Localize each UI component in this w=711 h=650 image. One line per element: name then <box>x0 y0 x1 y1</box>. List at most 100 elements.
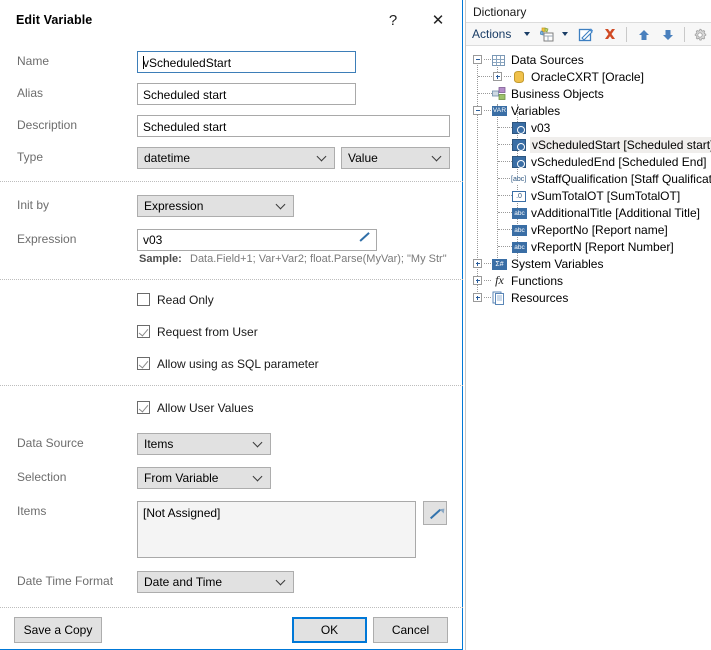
settings-icon[interactable] <box>692 27 708 43</box>
edit-icon[interactable] <box>578 27 594 43</box>
data-source-row: Data Source Items <box>0 433 463 455</box>
move-up-icon[interactable] <box>636 27 652 43</box>
save-a-copy-button[interactable]: Save a Copy <box>14 617 102 643</box>
tree-item-label: vStaffQualification [Staff Qualification… <box>531 172 711 186</box>
init-by-select[interactable]: Expression <box>137 195 294 217</box>
datetime-var-icon <box>512 138 527 152</box>
pencil-icon[interactable] <box>359 235 371 247</box>
close-icon[interactable]: ✕ <box>424 9 452 33</box>
tree-item-label: v03 <box>531 121 551 135</box>
tree-item-business-objects[interactable]: Business Objects <box>466 86 711 102</box>
items-textarea[interactable]: [Not Assigned] <box>137 501 416 558</box>
tree-item-functions[interactable]: fx Functions <box>466 273 711 289</box>
checkbox-label: Allow User Values <box>157 401 254 415</box>
description-input[interactable]: Scheduled start <box>137 115 450 137</box>
selection-label: Selection <box>17 470 67 484</box>
business-objects-icon <box>492 87 507 101</box>
divider-2 <box>0 279 463 280</box>
new-item-icon[interactable] <box>539 27 556 43</box>
alias-input[interactable]: Scheduled start <box>137 83 356 105</box>
tree-item-data-sources[interactable]: Data Sources <box>466 52 711 68</box>
tree-item-label: vAdditionalTitle [Additional Title] <box>531 206 700 220</box>
items-row: Items [Not Assigned] <box>0 501 463 559</box>
checkbox-box <box>137 401 150 414</box>
type-select[interactable]: datetime <box>137 147 335 169</box>
items-edit-button[interactable] <box>423 501 447 525</box>
variables-icon: VAR <box>492 104 507 118</box>
type-kind-select[interactable]: Value <box>341 147 450 169</box>
expand-toggle-icon[interactable] <box>473 259 482 268</box>
move-down-icon[interactable] <box>660 27 676 43</box>
name-label: Name <box>17 54 50 68</box>
tree-item-v03[interactable]: v03 <box>466 120 711 136</box>
expand-toggle-icon[interactable] <box>493 72 502 81</box>
actions-menu-button[interactable]: Actions <box>472 27 511 41</box>
expression-input[interactable]: v03 <box>137 229 377 251</box>
string-var-glyph: abc <box>512 225 527 236</box>
expand-toggle-icon[interactable] <box>473 293 482 302</box>
datetime-var-icon <box>512 155 527 169</box>
init-by-label: Init by <box>17 198 50 212</box>
data-source-select[interactable]: Items <box>137 433 271 455</box>
help-button[interactable]: ? <box>380 9 406 33</box>
expression-input-value: v03 <box>143 233 163 247</box>
number-var-icon: .0 <box>512 189 527 203</box>
tree-item-label: Variables <box>511 104 561 118</box>
tree-item-label: OracleCXRT [Oracle] <box>531 70 644 84</box>
tree-item-vstaffqualification[interactable]: [abc] vStaffQualification [Staff Qualifi… <box>466 171 711 187</box>
name-row: Name vScheduledStart <box>0 51 463 73</box>
chevron-down-icon <box>254 438 263 447</box>
tree-line <box>484 110 491 111</box>
tree-item-resources[interactable]: Resources <box>466 290 711 306</box>
edit-variable-dialog: Edit Variable ? ✕ Name vScheduledStart A… <box>0 0 463 650</box>
delete-icon[interactable] <box>602 27 618 43</box>
data-source-label: Data Source <box>17 436 84 450</box>
tree-item-label: vReportN [Report Number] <box>531 240 674 254</box>
selection-select[interactable]: From Variable <box>137 467 271 489</box>
tree-item-system-variables[interactable]: Σ# System Variables <box>466 256 711 272</box>
tree-item-vsumtotalot[interactable]: .0 vSumTotalOT [SumTotalOT] <box>466 188 711 204</box>
checkbox-read-only[interactable]: Read Only <box>137 292 397 310</box>
collapse-toggle-icon[interactable] <box>473 106 482 115</box>
checkbox-box <box>137 293 150 306</box>
selection-select-value: From Variable <box>144 471 219 485</box>
string-var-icon: abc <box>512 223 527 237</box>
init-by-row: Init by Expression <box>0 195 463 217</box>
tree-line <box>478 76 492 77</box>
tree-item-vreportno[interactable]: abc vReportNo [Report name] <box>466 222 711 238</box>
tree-item-vscheduledstart[interactable]: vScheduledStart [Scheduled start] <box>466 137 711 153</box>
collapse-toggle-icon[interactable] <box>473 55 482 64</box>
app-root: Edit Variable ? ✕ Name vScheduledStart A… <box>0 0 711 650</box>
tree-item-vreportn[interactable]: abc vReportN [Report Number] <box>466 239 711 255</box>
ok-button[interactable]: OK <box>292 617 367 643</box>
pencil-icon <box>430 508 441 520</box>
tree-line <box>498 144 512 145</box>
dialog-titlebar: Edit Variable ? ✕ <box>0 0 462 38</box>
init-by-select-value: Expression <box>144 199 204 213</box>
expand-toggle-icon[interactable] <box>473 276 482 285</box>
cancel-button[interactable]: Cancel <box>373 617 448 643</box>
tree-item-label: Resources <box>511 291 569 305</box>
tree-item-vscheduledend[interactable]: vScheduledEnd [Scheduled End] <box>466 154 711 170</box>
name-input[interactable]: vScheduledStart <box>137 51 356 73</box>
selection-row: Selection From Variable <box>0 467 463 489</box>
string-var-outline-glyph: [abc] <box>511 174 527 185</box>
checkbox-allow-sql-parameter[interactable]: Allow using as SQL parameter <box>137 356 397 374</box>
checkbox-request-from-user[interactable]: Request from User <box>137 324 397 342</box>
name-input-value: vScheduledStart <box>143 56 232 70</box>
tree-item-oraclecxrt[interactable]: OracleCXRT [Oracle] <box>466 69 711 85</box>
chevron-down-icon <box>254 472 263 481</box>
description-row: Description Scheduled start <box>0 115 463 137</box>
functions-glyph: fx <box>495 273 504 287</box>
actions-chevron-down-icon[interactable] <box>524 32 530 36</box>
tree-item-vadditionaltitle[interactable]: abc vAdditionalTitle [Additional Title] <box>466 205 711 221</box>
type-label: Type <box>17 150 44 164</box>
checkbox-allow-user-values[interactable]: Allow User Values <box>137 400 397 418</box>
alias-label: Alias <box>17 86 44 100</box>
items-label: Items <box>17 504 47 518</box>
date-time-format-select[interactable]: Date and Time <box>137 571 294 593</box>
system-variables-icon: Σ# <box>492 257 507 271</box>
new-item-chevron-down-icon[interactable] <box>562 32 568 36</box>
tree-line <box>484 297 491 298</box>
tree-item-variables[interactable]: VAR Variables <box>466 103 711 119</box>
